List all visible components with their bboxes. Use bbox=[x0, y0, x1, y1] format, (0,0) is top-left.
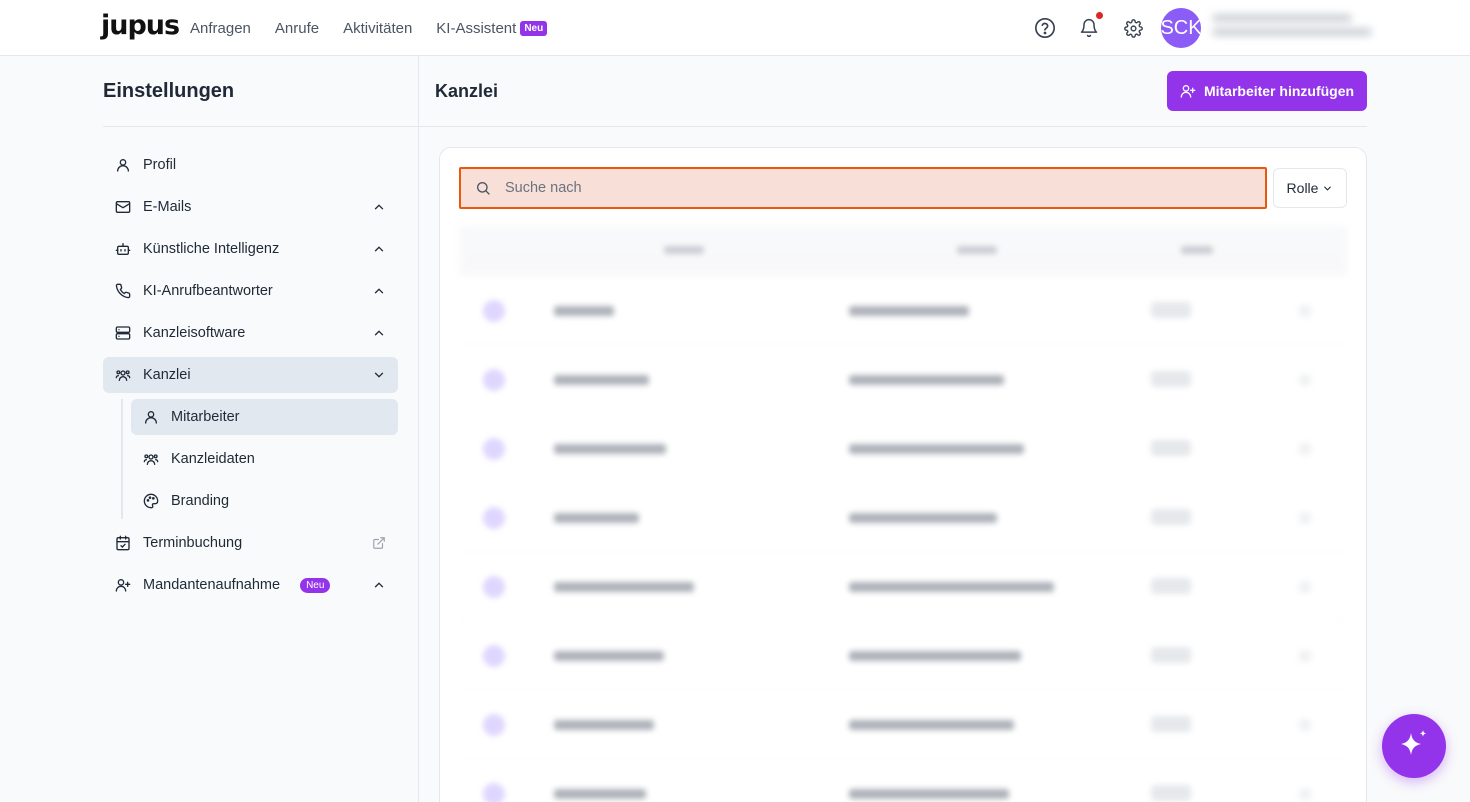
users-icon bbox=[143, 454, 159, 465]
table-header bbox=[459, 226, 1347, 276]
chevron-down-icon bbox=[1324, 186, 1332, 191]
bot-icon bbox=[115, 243, 131, 255]
user-plus-icon bbox=[115, 579, 131, 592]
search-icon bbox=[477, 182, 490, 195]
bell-icon[interactable] bbox=[1077, 16, 1101, 40]
server-icon bbox=[115, 326, 131, 340]
submenu-guide-line bbox=[121, 399, 123, 519]
main-nav: Anfragen Anrufe Aktivitäten KI-Assistent… bbox=[190, 0, 571, 56]
sidebar-item-kanzleisoftware[interactable]: Kanzleisoftware bbox=[103, 315, 398, 351]
sidebar-item-emails[interactable]: E-Mails bbox=[103, 189, 398, 225]
gear-icon[interactable] bbox=[1121, 16, 1145, 40]
sidebar-header-divider bbox=[103, 126, 418, 127]
sparkles-icon bbox=[1401, 730, 1427, 755]
chevron-up-icon bbox=[374, 246, 384, 252]
role-filter-dropdown[interactable]: Rolle bbox=[1273, 168, 1347, 208]
users-icon bbox=[115, 370, 131, 381]
nav-aktivitaeten[interactable]: Aktivitäten bbox=[343, 20, 412, 37]
user-icon bbox=[145, 411, 157, 424]
new-badge: Neu bbox=[300, 577, 331, 593]
sidebar-subitem-branding[interactable]: Branding bbox=[131, 483, 398, 519]
calendar-check-icon bbox=[116, 535, 130, 551]
help-icon[interactable] bbox=[1033, 16, 1057, 40]
sidebar-item-kuenstliche-intelligenz[interactable]: Künstliche Intelligenz bbox=[103, 231, 398, 267]
sidebar-item-kanzlei[interactable]: Kanzlei bbox=[103, 357, 398, 393]
mail-icon bbox=[115, 201, 131, 213]
table-row[interactable] bbox=[459, 276, 1347, 345]
sidebar-item-profil[interactable]: Profil bbox=[103, 147, 398, 183]
ai-assistant-button[interactable] bbox=[1382, 714, 1446, 778]
user-info-redacted[interactable] bbox=[1212, 14, 1372, 44]
nav-anrufe[interactable]: Anrufe bbox=[275, 20, 319, 37]
table-row[interactable] bbox=[459, 621, 1347, 690]
user-plus-icon bbox=[1180, 85, 1196, 98]
chevron-up-icon bbox=[374, 288, 384, 294]
nav-ki-assistent[interactable]: KI-Assistent Neu bbox=[436, 20, 548, 37]
add-employee-button[interactable]: Mitarbeiter hinzufügen bbox=[1167, 71, 1367, 111]
sidebar-divider bbox=[418, 56, 419, 802]
employees-card: Rolle bbox=[439, 147, 1367, 802]
external-link-icon bbox=[373, 537, 385, 549]
search-input[interactable] bbox=[505, 180, 1205, 196]
chevron-down-icon bbox=[374, 372, 384, 378]
table-row[interactable] bbox=[459, 759, 1347, 802]
chevron-up-icon bbox=[374, 330, 384, 336]
table-row[interactable] bbox=[459, 345, 1347, 414]
palette-icon bbox=[143, 493, 159, 509]
sidebar-subitem-mitarbeiter[interactable]: Mitarbeiter bbox=[131, 399, 398, 435]
table-row[interactable] bbox=[459, 414, 1347, 483]
table-row[interactable] bbox=[459, 483, 1347, 552]
table-row[interactable] bbox=[459, 552, 1347, 621]
page-title: Kanzlei bbox=[435, 81, 499, 101]
sidebar-subitem-kanzleidaten[interactable]: Kanzleidaten bbox=[131, 441, 398, 477]
table-row[interactable] bbox=[459, 690, 1347, 759]
nav-anfragen[interactable]: Anfragen bbox=[190, 20, 251, 37]
employees-table-redacted bbox=[459, 226, 1347, 802]
new-badge: Neu bbox=[520, 20, 548, 36]
jupus-logo[interactable]: jupus bbox=[101, 10, 180, 41]
settings-title: Einstellungen bbox=[103, 80, 235, 102]
user-icon bbox=[117, 159, 129, 172]
sidebar-item-mandantenaufnahme[interactable]: Mandantenaufnahme Neu bbox=[103, 567, 398, 603]
sidebar-item-terminbuchung[interactable]: Terminbuchung bbox=[103, 525, 398, 561]
sidebar-item-ki-anrufbeantworter[interactable]: KI-Anrufbeantworter bbox=[103, 273, 398, 309]
top-navigation-bar: jupus Anfragen Anrufe Aktivitäten KI-Ass… bbox=[0, 0, 1470, 56]
notification-dot bbox=[1096, 12, 1103, 19]
main-header-divider bbox=[418, 126, 1367, 127]
search-box[interactable] bbox=[459, 167, 1267, 209]
phone-icon bbox=[115, 283, 131, 299]
chevron-up-icon bbox=[374, 204, 384, 210]
user-avatar[interactable]: SCK bbox=[1161, 8, 1201, 48]
chevron-up-icon bbox=[374, 582, 384, 588]
